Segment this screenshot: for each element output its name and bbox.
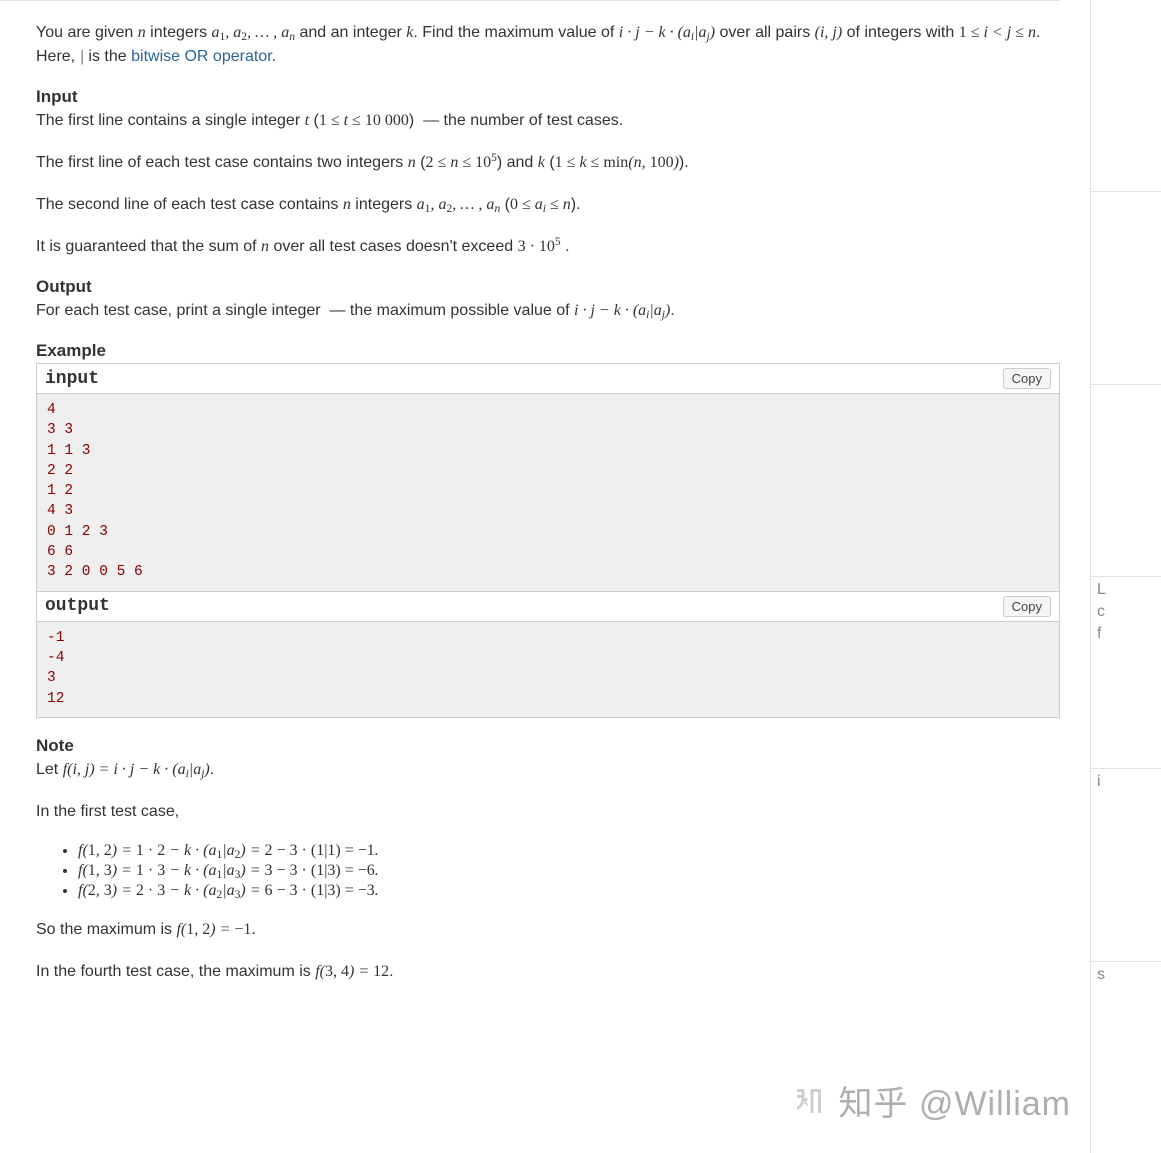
note-fourth: In the fourth test case, the maximum is …	[36, 960, 1060, 984]
copy-output-button[interactable]: Copy	[1003, 596, 1051, 617]
input-p3: The second line of each test case contai…	[36, 193, 1060, 217]
input-label: input	[45, 369, 99, 389]
note-first-case: In the first test case,	[36, 800, 1060, 824]
input-p4: It is guaranteed that the sum of n over …	[36, 235, 1060, 259]
bitwise-or-link[interactable]: bitwise OR operator	[131, 48, 272, 65]
note-bullets: f(1, 2) = 1 · 2 − k · (a1|a2) = 2 − 3 · …	[36, 842, 1060, 900]
example-input-box: input Copy 4 3 3 1 1 3 2 2 1 2 4 3 0 1 2…	[36, 363, 1060, 592]
note-bullet: f(1, 2) = 1 · 2 − k · (a1|a2) = 2 − 3 · …	[78, 842, 1060, 860]
output-label: output	[45, 596, 110, 616]
output-heading: Output	[36, 277, 1060, 297]
copy-input-button[interactable]: Copy	[1003, 368, 1051, 389]
input-p1: The first line contains a single integer…	[36, 109, 1060, 133]
note-bullet: f(2, 3) = 2 · 3 − k · (a2|a3) = 6 − 3 · …	[78, 882, 1060, 900]
problem-statement: You are given n integers a1, a2, … , an …	[0, 0, 1060, 1122]
example-heading: Example	[36, 341, 1060, 361]
right-sidebar-fragment: Lcf i s	[1090, 0, 1161, 1153]
output-p: For each test case, print a single integ…	[36, 299, 1060, 323]
input-heading: Input	[36, 87, 1060, 107]
example-output-text: -1 -4 3 12	[37, 622, 1059, 717]
intro-paragraph: You are given n integers a1, a2, … , an …	[36, 21, 1060, 69]
note-let: Let f(i, j) = i · j − k · (ai|aj).	[36, 758, 1060, 782]
note-bullet: f(1, 3) = 1 · 3 − k · (a1|a3) = 3 − 3 · …	[78, 862, 1060, 880]
note-so: So the maximum is f(1, 2) = −1.	[36, 918, 1060, 942]
example-input-text: 4 3 3 1 1 3 2 2 1 2 4 3 0 1 2 3 6 6 3 2 …	[37, 394, 1059, 591]
example-output-box: output Copy -1 -4 3 12	[36, 591, 1060, 718]
note-heading: Note	[36, 736, 1060, 756]
input-p2: The first line of each test case contain…	[36, 151, 1060, 175]
